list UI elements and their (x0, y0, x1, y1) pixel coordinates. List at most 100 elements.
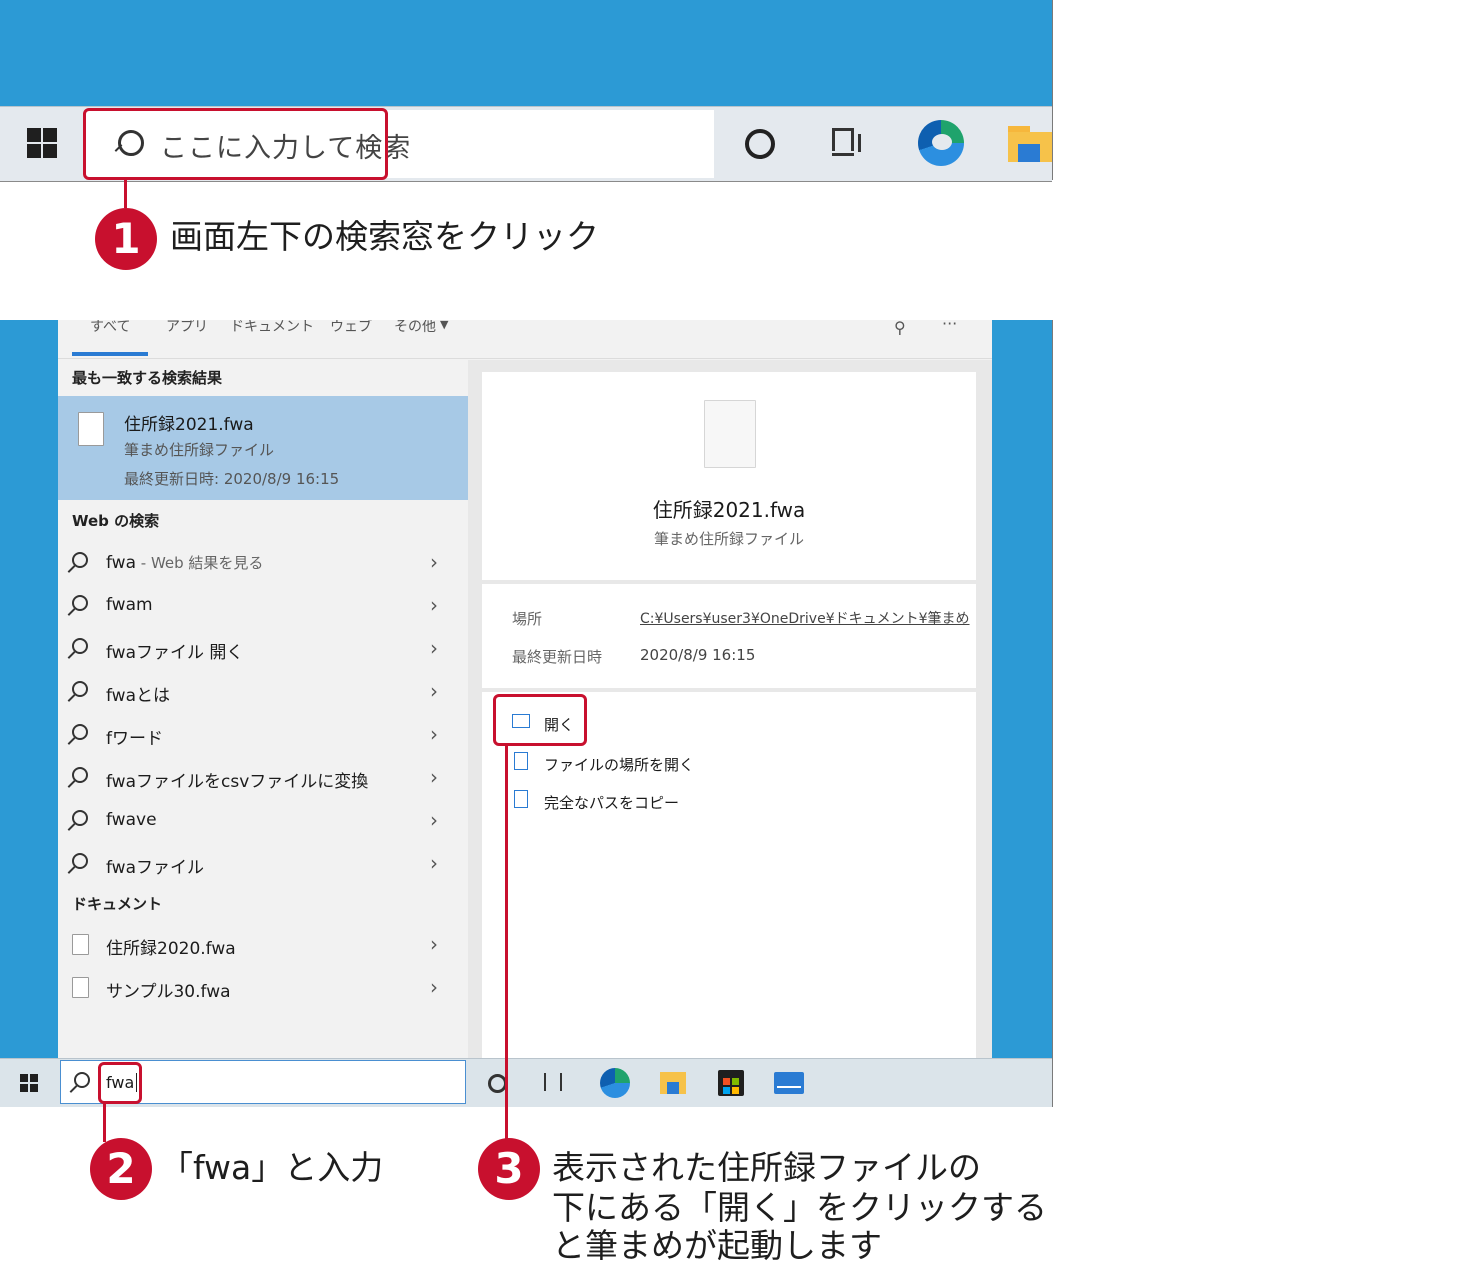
open-file-location-label: ファイルの場所を開く (544, 756, 695, 774)
preview-file-type: 筆まめ住所録ファイル (653, 530, 804, 548)
web-search-header: Web の検索 (72, 512, 160, 530)
tab-web[interactable]: ウェブ (330, 320, 372, 336)
windows-logo-icon (43, 144, 57, 158)
file-icon (78, 412, 104, 446)
document-item[interactable]: 住所録2020.fwa › (58, 924, 468, 964)
step-3-caption-line2: 下にある「開く」をクリックする (552, 1188, 1047, 1227)
location-label: 場所 (512, 610, 543, 628)
step-3-caption-line3: と筆まめが起動します (552, 1226, 882, 1265)
search-icon (72, 638, 88, 654)
callout-line (103, 1104, 106, 1142)
open-file-location-action[interactable]: ファイルの場所を開く (508, 750, 808, 780)
windows-logo-icon (27, 128, 41, 142)
tab-documents[interactable]: ドキュメント (230, 320, 314, 336)
web-result-item[interactable]: fwaとは › (58, 671, 468, 711)
store-icon[interactable] (718, 1070, 744, 1096)
web-result-item[interactable]: fwam › (58, 585, 468, 625)
best-match-item[interactable]: 住所録2021.fwa 筆まめ住所録ファイル 最終更新日時: 2020/8/9 … (58, 396, 468, 500)
chevron-right-icon[interactable]: › (430, 636, 438, 660)
chevron-right-icon[interactable]: › (430, 765, 438, 789)
tab-all[interactable]: すべて (90, 320, 130, 336)
modified-value: 2020/8/9 16:15 (640, 646, 756, 664)
chevron-right-icon[interactable]: › (430, 851, 438, 875)
preview-header-card: 住所録2021.fwa 筆まめ住所録ファイル (482, 372, 976, 580)
highlight-open-action (493, 694, 587, 746)
web-result-label: fwaとは (106, 686, 171, 706)
feedback-icon[interactable]: ⚲ (894, 320, 906, 337)
edge-icon[interactable] (918, 120, 964, 166)
tab-more[interactable]: その他 (394, 320, 436, 336)
web-result-item[interactable]: fwa - Web 結果を見る › (58, 542, 468, 582)
highlight-search-box (83, 108, 388, 180)
web-result-sub: - Web 結果を見る (136, 554, 264, 572)
documents-header: ドキュメント (72, 895, 163, 913)
preview-actions-card: 開く ファイルの場所を開く 完全なパスをコピー (482, 692, 976, 1058)
best-match-name: 住所録2021.fwa (124, 415, 254, 435)
web-result-label: fwaファイル (106, 858, 205, 878)
web-result-label: fwaファイルをcsvファイルに変換 (106, 772, 369, 792)
more-options-icon[interactable]: ··· (942, 320, 957, 333)
web-result-label: fwam (106, 595, 153, 615)
copy-full-path-action[interactable]: 完全なパスをコピー (508, 788, 808, 818)
windows-logo-icon (43, 128, 57, 142)
search-icon (72, 810, 88, 826)
search-icon (72, 552, 88, 568)
step-2-badge: 2 (90, 1138, 152, 1200)
best-match-type: 筆まめ住所録ファイル (124, 441, 275, 459)
chevron-right-icon[interactable]: › (430, 722, 438, 746)
task-view-icon[interactable] (832, 128, 862, 158)
file-explorer-icon[interactable] (660, 1072, 686, 1094)
web-result-item[interactable]: fwaファイル 開く › (58, 628, 468, 668)
cortana-icon[interactable] (745, 129, 775, 159)
web-result-item[interactable]: fwaファイル › (58, 843, 468, 883)
step-1-badge: 1 (95, 208, 157, 270)
chevron-right-icon[interactable]: › (430, 975, 438, 999)
start-button[interactable] (20, 1074, 38, 1092)
step-1-caption: 画面左下の検索窓をクリック (170, 217, 599, 256)
file-icon (72, 934, 89, 955)
windows-logo-icon (27, 144, 41, 158)
chevron-right-icon[interactable]: › (430, 679, 438, 703)
web-result-item[interactable]: fwave › (58, 800, 468, 840)
step-2-caption: 「fwa」と入力 (160, 1148, 384, 1187)
web-result-label: fwaファイル 開く (106, 643, 244, 663)
document-item[interactable]: サンプル30.fwa › (58, 967, 468, 1007)
web-result-label: fワード (106, 729, 163, 749)
document-label: 住所録2020.fwa (106, 939, 236, 959)
chevron-right-icon[interactable]: › (430, 808, 438, 832)
search-icon (72, 767, 88, 783)
task-view-icon[interactable] (544, 1073, 562, 1091)
search-icon (72, 853, 88, 869)
chevron-down-icon[interactable]: ▼ (440, 320, 448, 331)
location-link[interactable]: C:¥Users¥user3¥OneDrive¥ドキュメント¥筆まめ (640, 608, 970, 628)
folder-icon (514, 752, 528, 770)
best-match-header: 最も一致する検索結果 (72, 369, 223, 387)
chevron-right-icon[interactable]: › (430, 932, 438, 956)
step-3-caption-line1: 表示された住所録ファイルの (552, 1148, 981, 1187)
search-icon (72, 595, 88, 611)
chevron-right-icon[interactable]: › (430, 593, 438, 617)
start-button[interactable] (27, 128, 57, 158)
preview-info-card: 場所 C:¥Users¥user3¥OneDrive¥ドキュメント¥筆まめ 最終… (482, 584, 976, 688)
document-label: サンプル30.fwa (106, 982, 231, 1002)
active-tab-indicator (72, 352, 148, 356)
web-result-item[interactable]: fwaファイルをcsvファイルに変換 › (58, 757, 468, 797)
chevron-right-icon[interactable]: › (430, 550, 438, 574)
search-icon (72, 681, 88, 697)
windows-logo-icon (30, 1074, 38, 1082)
highlight-search-input (98, 1062, 142, 1104)
windows-logo-icon (30, 1084, 38, 1092)
search-icon (72, 724, 88, 740)
copy-icon (514, 790, 528, 808)
edge-icon[interactable] (600, 1068, 630, 1098)
web-result-label: fwa (106, 553, 137, 573)
file-explorer-icon[interactable] (1008, 126, 1052, 162)
callout-line (505, 746, 508, 1142)
step-3-badge: 3 (478, 1138, 540, 1200)
web-result-label: fwave (106, 810, 157, 830)
tab-apps[interactable]: アプリ (166, 320, 208, 336)
web-result-item[interactable]: fワード › (58, 714, 468, 754)
tabs-bar: すべて アプリ ドキュメント ウェブ その他 ▼ ⚲ ··· (58, 320, 992, 359)
best-match-modified: 最終更新日時: 2020/8/9 16:15 (124, 470, 340, 488)
mail-icon[interactable] (774, 1072, 804, 1094)
